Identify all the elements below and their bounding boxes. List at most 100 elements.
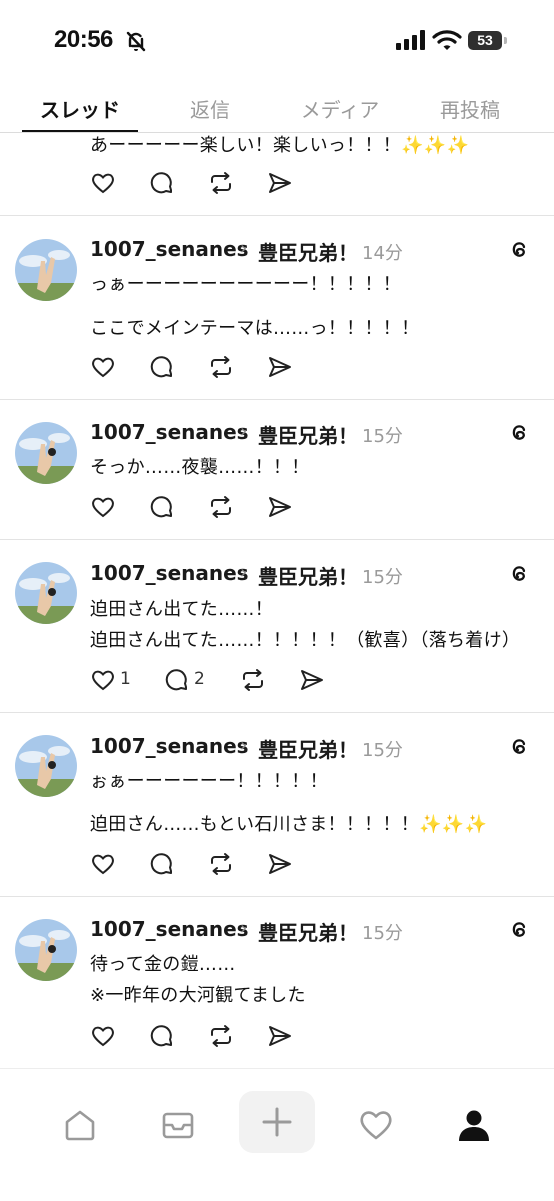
heart-icon[interactable] [90, 170, 116, 196]
avatar-image [15, 422, 77, 484]
avatar[interactable] [15, 735, 77, 797]
send-icon[interactable] [267, 170, 293, 196]
avatar-image [15, 239, 77, 301]
plus-icon [262, 1107, 292, 1137]
username[interactable]: 1007_senanes [90, 420, 249, 444]
threads-logo-icon[interactable] [506, 236, 532, 262]
post-text-line: っぁーーーーーーーーーー！！！！！ [90, 274, 402, 295]
post-actions [90, 1023, 540, 1051]
post-time: 15分 [362, 426, 403, 447]
like-count: 1 [120, 669, 131, 689]
post[interactable]: 1007_senanes › 豊臣兄弟！ 15分 ぉぁーーーーーー！！！！！ 迫… [0, 713, 554, 897]
post[interactable]: 1007_senanes › 豊臣兄弟！ 15分 そっか……夜襲……！！！ [0, 400, 554, 540]
chevron-right-icon: › [240, 421, 248, 442]
post[interactable]: 1007_senanes › 豊臣兄弟！ 15分 待って金の鎧…… ※一昨年の大… [0, 897, 554, 1068]
username[interactable]: 1007_senanes [90, 917, 249, 941]
post-text-line: ここでメインテーマは……っ！！！！！ [90, 318, 420, 339]
username[interactable]: 1007_senanes [90, 734, 249, 758]
comment-icon[interactable] [149, 354, 175, 380]
heart-icon[interactable] [90, 494, 116, 520]
post-text-line: 待って金の鎧…… [90, 954, 236, 975]
post-time: 15分 [362, 740, 403, 761]
battery-indicator: 53 [468, 31, 508, 51]
post-actions: 1 2 [90, 667, 540, 695]
tab-reposts[interactable]: 再投稿 [418, 94, 522, 123]
send-icon[interactable] [267, 851, 293, 877]
post-actions [90, 851, 540, 879]
tab-threads[interactable]: スレッド [22, 94, 138, 123]
repost-icon[interactable] [240, 667, 266, 693]
profile-icon[interactable] [456, 1107, 492, 1143]
heart-icon[interactable] [90, 667, 116, 693]
avatar-image [15, 735, 77, 797]
post-actions [90, 170, 540, 198]
community-tag[interactable]: 豊臣兄弟！ [258, 420, 358, 449]
heart-icon[interactable] [90, 1023, 116, 1049]
avatar-image [15, 919, 77, 981]
community-tag[interactable]: 豊臣兄弟！ [258, 561, 358, 590]
silent-bell-icon [126, 31, 146, 52]
avatar[interactable] [15, 239, 77, 301]
post-time: 14分 [362, 243, 403, 264]
bottom-nav [0, 1068, 554, 1201]
repost-icon[interactable] [208, 170, 234, 196]
wifi-icon [432, 30, 462, 50]
post-text-line: あーーーーー楽しい！楽しいっ！！！✨✨✨ [90, 135, 470, 156]
chevron-right-icon: › [240, 918, 248, 939]
status-time: 20:56 [54, 26, 113, 53]
battery-nub [504, 37, 507, 44]
post-text-line: 迫田さん出てた……！ [90, 599, 273, 620]
repost-icon[interactable] [208, 851, 234, 877]
threads-logo-icon[interactable] [506, 419, 532, 445]
heart-icon[interactable] [90, 851, 116, 877]
username[interactable]: 1007_senanes [90, 237, 249, 261]
send-icon[interactable] [299, 667, 325, 693]
community-tag[interactable]: 豊臣兄弟！ [258, 237, 358, 266]
post[interactable]: 1007_senanes › 豊臣兄弟！ 14分 っぁーーーーーーーーーー！！！… [0, 216, 554, 400]
comment-icon[interactable] [149, 851, 175, 877]
send-icon[interactable] [267, 1023, 293, 1049]
comment-icon[interactable] [149, 494, 175, 520]
post-time: 15分 [362, 567, 403, 588]
heart-icon[interactable] [90, 354, 116, 380]
reply-count: 2 [194, 669, 205, 689]
username[interactable]: 1007_senanes [90, 561, 249, 585]
send-icon[interactable] [267, 354, 293, 380]
repost-icon[interactable] [208, 1023, 234, 1049]
post-text-line: そっか……夜襲……！！！ [90, 457, 310, 478]
post-text-line: 迫田さん出てた……！！！！！（歓喜）（落ち着け） [90, 630, 521, 651]
activity-heart-icon[interactable] [358, 1107, 394, 1143]
compose-button[interactable] [239, 1091, 315, 1153]
post-text-line: ※一昨年の大河観てました [90, 985, 306, 1006]
repost-icon[interactable] [208, 354, 234, 380]
avatar[interactable] [15, 422, 77, 484]
chevron-right-icon: › [240, 238, 248, 259]
threads-logo-icon[interactable] [506, 560, 532, 586]
chevron-right-icon: › [240, 562, 248, 583]
avatar[interactable] [15, 919, 77, 981]
threads-logo-icon[interactable] [506, 916, 532, 942]
community-tag[interactable]: 豊臣兄弟！ [258, 734, 358, 763]
send-icon[interactable] [267, 494, 293, 520]
post-actions [90, 354, 540, 382]
profile-tabs: スレッド 返信 メディア 再投稿 [0, 80, 554, 133]
comment-icon[interactable] [149, 1023, 175, 1049]
comment-icon[interactable] [149, 170, 175, 196]
threads-logo-icon[interactable] [506, 733, 532, 759]
post[interactable]: 1007_senanes › 豊臣兄弟！ 15分 迫田さん出てた……！ 迫田さん… [0, 540, 554, 713]
community-tag[interactable]: 豊臣兄弟！ [258, 917, 358, 946]
inbox-icon[interactable] [160, 1107, 196, 1143]
tab-replies[interactable]: 返信 [160, 94, 260, 123]
avatar[interactable] [15, 562, 77, 624]
status-bar: 20:56 53 [0, 0, 554, 80]
post-text-line: ぉぁーーーーーー！！！！！ [90, 771, 328, 792]
comment-icon[interactable] [164, 667, 190, 693]
avatar-image [15, 562, 77, 624]
battery-percent: 53 [477, 32, 493, 48]
signal-icon [396, 30, 425, 50]
home-icon[interactable] [62, 1107, 98, 1143]
post[interactable]: あーーーーー楽しい！楽しいっ！！！✨✨✨ [0, 133, 554, 216]
repost-icon[interactable] [208, 494, 234, 520]
post-text-line: 迫田さん……もとい石川さま！！！！！✨✨✨ [90, 814, 488, 835]
tab-media[interactable]: メディア [282, 94, 398, 123]
